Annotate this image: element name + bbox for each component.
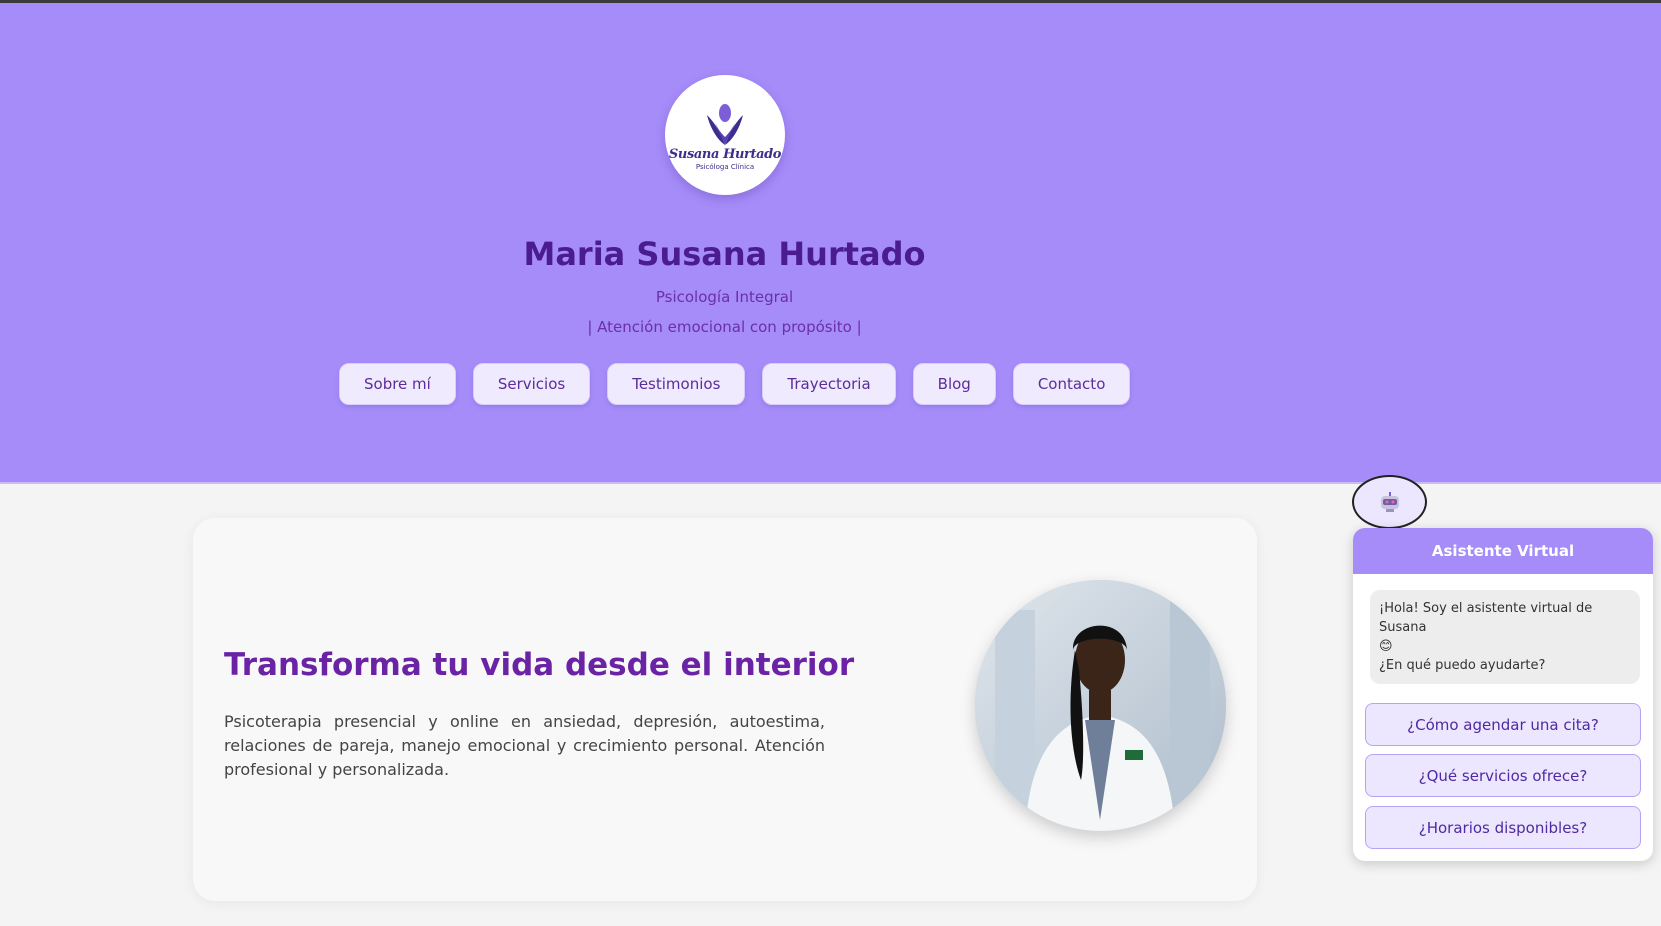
hero-heading: Transforma tu vida desde el interior <box>224 647 855 683</box>
chat-option-agendar-cita[interactable]: ¿Cómo agendar una cita? <box>1365 703 1641 746</box>
site-tagline: | Atención emocional con propósito | <box>587 318 862 336</box>
nav-blog[interactable]: Blog <box>912 363 996 405</box>
nav-contacto[interactable]: Contacto <box>1012 363 1131 405</box>
logo[interactable]: Susana Hurtado Psicóloga Clínica <box>665 75 785 195</box>
logo-name: Susana Hurtado <box>668 147 782 162</box>
nav-testimonios[interactable]: Testimonios <box>607 363 746 405</box>
hero-description: Psicoterapia presencial y online en ansi… <box>224 712 825 779</box>
chatbot-panel: Asistente Virtual ¡Hola! Soy el asistent… <box>1353 528 1653 861</box>
nav-sobre-mi[interactable]: Sobre mí <box>339 363 456 405</box>
nav-trayectoria[interactable]: Trayectoria <box>762 363 896 405</box>
smile-emoji-icon: 😊 <box>1379 639 1393 654</box>
greeting-line-2: ¿En qué puedo ayudarte? <box>1379 658 1546 673</box>
chat-option-servicios[interactable]: ¿Qué servicios ofrece? <box>1365 754 1641 797</box>
main-nav: Sobre mí Servicios Testimonios Trayector… <box>339 363 1131 405</box>
portrait-illustration <box>975 580 1226 831</box>
chatbot-greeting: ¡Hola! Soy el asistente virtual de Susan… <box>1370 590 1640 684</box>
greeting-line-1: ¡Hola! Soy el asistente virtual de Susan… <box>1379 601 1593 635</box>
chat-option-horarios[interactable]: ¿Horarios disponibles? <box>1365 806 1641 849</box>
robot-icon <box>1380 492 1399 512</box>
nav-servicios[interactable]: Servicios <box>472 363 591 405</box>
lotus-logo-icon <box>707 104 743 145</box>
logo-subtitle: Psicóloga Clínica <box>695 163 755 171</box>
chatbot-toggle-button[interactable] <box>1352 475 1427 529</box>
page-title: Maria Susana Hurtado <box>523 235 926 273</box>
hero-card: Transforma tu vida desde el interior Psi… <box>193 518 1257 901</box>
site-subtitle: Psicología Integral <box>655 288 794 306</box>
profile-photo <box>975 580 1226 831</box>
chatbot-title: Asistente Virtual <box>1353 528 1653 574</box>
site-header: Susana Hurtado Psicóloga Clínica Maria S… <box>0 3 1661 484</box>
